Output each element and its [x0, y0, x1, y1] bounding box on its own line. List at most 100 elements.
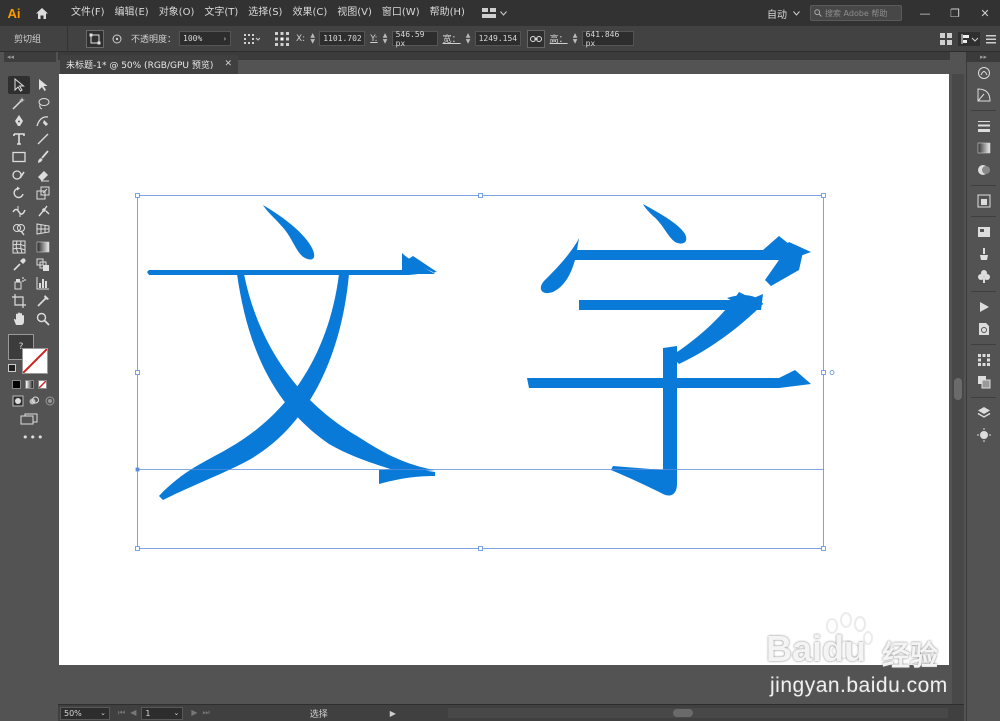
color-mode-button[interactable]: [12, 380, 21, 389]
default-colors-icon[interactable]: [8, 364, 16, 372]
last-artboard-icon[interactable]: ⏭: [203, 708, 210, 718]
expand-panels-icon[interactable]: ▸▸: [967, 52, 1000, 62]
align-panel-icon[interactable]: [958, 32, 980, 46]
align-grid-icon[interactable]: [243, 30, 261, 48]
artboard-tool-icon[interactable]: [8, 292, 30, 310]
menu-object[interactable]: 对象(O): [154, 0, 200, 26]
glyph-zi[interactable]: [527, 204, 811, 496]
horizontal-scroll-thumb[interactable]: [673, 709, 693, 717]
zoom-tool-icon[interactable]: [32, 310, 54, 328]
symbols-panel-icon[interactable]: [967, 265, 1000, 287]
direct-selection-tool-icon[interactable]: [32, 76, 54, 94]
graphic-styles-icon[interactable]: [967, 221, 1000, 243]
color-guide-icon[interactable]: [967, 84, 1000, 106]
menu-select[interactable]: 选择(S): [243, 0, 287, 26]
menu-view[interactable]: 视图(V): [332, 0, 377, 26]
gradient-panel-icon[interactable]: [967, 137, 1000, 159]
height-stepper[interactable]: ▲ ▼: [572, 31, 579, 46]
draw-inside-icon[interactable]: [44, 395, 56, 407]
close-tab-icon[interactable]: ✕: [224, 59, 232, 69]
arrange-documents-button[interactable]: [481, 8, 507, 18]
pathfinder-panel-icon[interactable]: [967, 371, 1000, 393]
none-mode-button[interactable]: [38, 380, 47, 389]
layers-panel-icon[interactable]: [967, 402, 1000, 424]
column-graph-tool-icon[interactable]: [32, 274, 54, 292]
color-themes-icon[interactable]: [967, 62, 1000, 84]
transparency-panel-icon[interactable]: [967, 159, 1000, 181]
blend-tool-icon[interactable]: [32, 256, 54, 274]
draw-normal-icon[interactable]: [12, 395, 24, 407]
edit-clipping-path-icon[interactable]: [86, 29, 104, 48]
workspace-switcher[interactable]: 自动: [767, 6, 787, 21]
symbol-sprayer-tool-icon[interactable]: [8, 274, 30, 292]
gradient-mode-button[interactable]: [25, 380, 34, 389]
menu-edit[interactable]: 编辑(E): [110, 0, 154, 26]
slice-tool-icon[interactable]: [32, 292, 54, 310]
reference-point-icon[interactable]: [273, 30, 291, 48]
width-field[interactable]: 1249.154: [474, 31, 521, 46]
rotate-tool-icon[interactable]: [8, 184, 30, 202]
first-artboard-icon[interactable]: ⏮: [118, 708, 125, 718]
puppet-warp-tool-icon[interactable]: [32, 202, 54, 220]
constrain-proportions-icon[interactable]: [526, 29, 545, 48]
scale-tool-icon[interactable]: [32, 184, 54, 202]
artboards-panel-icon[interactable]: [967, 424, 1000, 446]
line-segment-tool-icon[interactable]: [32, 130, 54, 148]
type-tool-icon[interactable]: [8, 130, 30, 148]
shaper-tool-icon[interactable]: [8, 166, 30, 184]
status-menu-arrow-icon[interactable]: ▶: [390, 709, 396, 718]
stroke-swatch[interactable]: [22, 348, 48, 374]
horizontal-scrollbar[interactable]: [448, 708, 948, 718]
height-field[interactable]: 641.846 px: [581, 30, 634, 48]
collapse-panel-icon[interactable]: ◂◂: [4, 52, 56, 62]
x-field[interactable]: 1101.702: [319, 31, 366, 46]
vertical-scroll-thumb[interactable]: [954, 378, 962, 400]
menu-type[interactable]: 文字(T): [199, 0, 243, 26]
status-tool-text[interactable]: 选择: [310, 707, 390, 720]
magic-wand-tool-icon[interactable]: [8, 94, 30, 112]
width-tool-icon[interactable]: [8, 202, 30, 220]
y-stepper[interactable]: ▲ ▼: [382, 31, 389, 46]
eraser-tool-icon[interactable]: [32, 166, 54, 184]
appearance-panel-icon[interactable]: [967, 190, 1000, 212]
hand-tool-icon[interactable]: [8, 310, 30, 328]
home-icon[interactable]: [28, 0, 56, 26]
rectangle-tool-icon[interactable]: [8, 148, 30, 166]
brushes-panel-icon[interactable]: [967, 243, 1000, 265]
arrange-icon[interactable]: [940, 33, 952, 45]
menu-window[interactable]: 窗口(W): [377, 0, 425, 26]
close-window-button[interactable]: ✕: [970, 0, 1000, 26]
selection-tool-icon[interactable]: [8, 76, 30, 94]
paintbrush-tool-icon[interactable]: [32, 148, 54, 166]
screen-mode-icon[interactable]: [20, 413, 38, 425]
eyedropper-tool-icon[interactable]: [8, 256, 30, 274]
y-field[interactable]: 546.59 px: [391, 30, 438, 48]
width-stepper[interactable]: ▲ ▼: [465, 31, 472, 46]
vertical-scrollbar[interactable]: [952, 74, 964, 704]
shape-builder-tool-icon[interactable]: [8, 220, 30, 238]
previous-artboard-icon[interactable]: ◀: [130, 708, 136, 718]
opacity-field[interactable]: 100% ›: [179, 31, 232, 46]
lasso-tool-icon[interactable]: [32, 94, 54, 112]
actions-panel-icon[interactable]: [967, 296, 1000, 318]
artboard[interactable]: [59, 74, 949, 665]
minimize-button[interactable]: —: [910, 0, 940, 26]
canvas-area[interactable]: [58, 74, 950, 700]
document-tab[interactable]: 未标题-1* @ 50% (RGB/GPU 预览) ✕: [60, 55, 238, 74]
menu-help[interactable]: 帮助(H): [425, 0, 470, 26]
stroke-panel-icon[interactable]: [967, 115, 1000, 137]
menu-file[interactable]: 文件(F): [66, 0, 110, 26]
maximize-button[interactable]: ❐: [940, 0, 970, 26]
next-artboard-icon[interactable]: ▶: [191, 708, 197, 718]
menu-effect[interactable]: 效果(C): [287, 0, 332, 26]
align-panel-icon[interactable]: [967, 349, 1000, 371]
selection-bounding-box[interactable]: [137, 195, 824, 549]
pen-tool-icon[interactable]: [8, 112, 30, 130]
more-tools-icon[interactable]: •••: [22, 431, 44, 444]
draw-behind-icon[interactable]: [28, 395, 40, 407]
gradient-tool-icon[interactable]: [32, 238, 54, 256]
zoom-level-field[interactable]: 50% ⌄: [60, 706, 110, 720]
artboard-number-field[interactable]: 1 ⌄: [141, 706, 184, 720]
links-panel-icon[interactable]: [967, 318, 1000, 340]
panel-menu-icon[interactable]: [986, 34, 996, 44]
